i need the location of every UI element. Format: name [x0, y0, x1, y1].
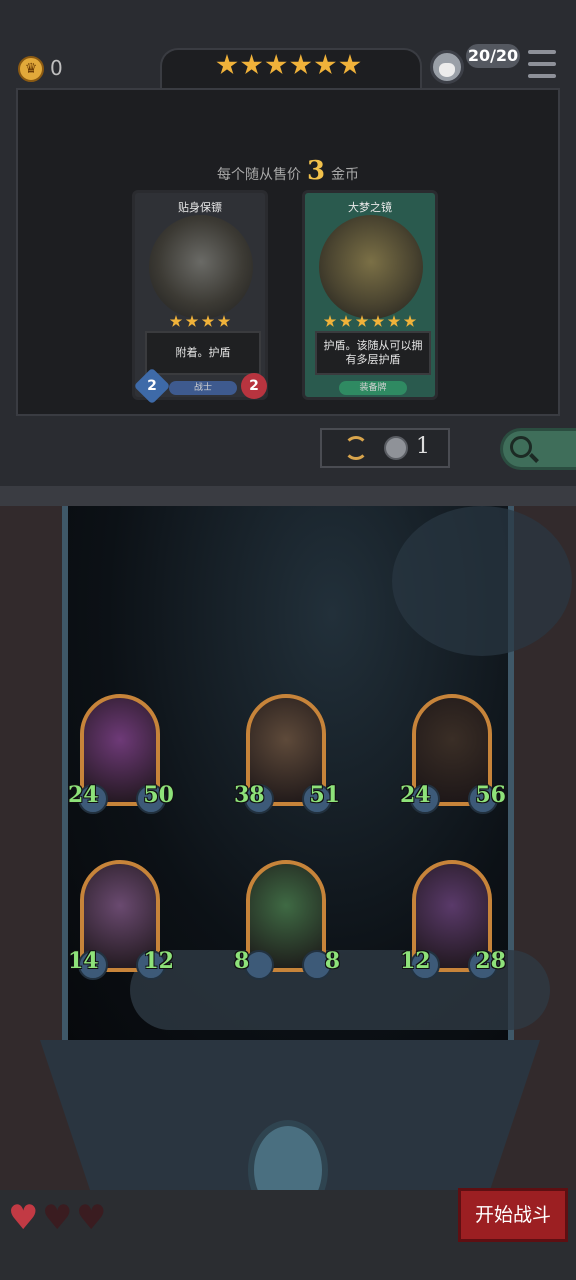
shop-card-dream-mirror[interactable]: 大梦之镜 护盾。该随从可以拥有多层护盾 装备牌 [302, 190, 438, 400]
unit-attack: 12 [400, 948, 431, 974]
menu-icon-bar [528, 74, 556, 78]
menu-icon-bar [528, 50, 556, 54]
board-unit-dryad[interactable]: 8 8 [234, 860, 340, 980]
unit-health: 56 [475, 782, 506, 808]
card-tribe-tag: 战士 [169, 381, 237, 395]
star-icon [201, 315, 215, 327]
heart-empty-icon [42, 1198, 72, 1238]
board-unit-pumpkin[interactable]: 24 50 [68, 694, 174, 814]
unit-health: 51 [309, 782, 340, 808]
star-icon [323, 315, 337, 327]
sell-price-prefix: 每个随从售价 [216, 167, 301, 183]
star-icon [169, 315, 183, 327]
search-icon [510, 436, 532, 458]
moon-decoration [392, 506, 572, 656]
star-icon [339, 54, 361, 75]
lives-display [8, 1198, 106, 1238]
card-stars [305, 315, 435, 328]
unit-attack: 14 [68, 948, 99, 974]
unit-attack: 24 [400, 782, 431, 808]
unit-health: 12 [143, 948, 174, 974]
unit-health: 28 [475, 948, 506, 974]
tavern-star-rating [216, 54, 361, 84]
refresh-icon[interactable] [344, 436, 368, 460]
star-icon [185, 315, 199, 327]
unit-health: 50 [143, 782, 174, 808]
minion-capacity: 20/20 [466, 44, 520, 68]
unit-attack: 8 [234, 948, 250, 974]
card-attack: 2 [147, 378, 157, 394]
gold-coin-icon: ♛ [18, 56, 44, 82]
star-icon [403, 315, 417, 327]
sell-price-suffix: 金币 [331, 167, 360, 183]
card-title: 贴身保镖 [178, 201, 222, 214]
unit-attack: 38 [234, 782, 265, 808]
card-type-tag: 装备牌 [339, 381, 407, 395]
gold-count: 0 [50, 56, 63, 80]
player-avatar[interactable] [430, 50, 464, 84]
refresh-cost: 1 [416, 434, 430, 459]
coin-icon [384, 436, 408, 460]
star-icon [314, 54, 336, 75]
board-unit-flower-witch[interactable]: 12 28 [400, 860, 506, 980]
start-battle-button[interactable]: 开始战斗 [458, 1188, 568, 1242]
shop-divider [0, 486, 576, 506]
card-title: 大梦之镜 [348, 201, 392, 214]
star-icon [217, 315, 231, 327]
star-icon [371, 315, 385, 327]
mirror-portrait [319, 215, 423, 319]
shop-card-bodyguard[interactable]: 贴身保镖 附着。护盾 战士 2 2 [132, 190, 268, 405]
star-icon [387, 315, 401, 327]
card-description: 附着。护盾 [145, 331, 261, 375]
card-attack-badge: 2 [133, 367, 171, 405]
board-unit-treant[interactable]: 38 51 [234, 694, 340, 814]
knight-portrait [149, 215, 253, 319]
card-stars [135, 315, 265, 328]
heart-empty-icon [76, 1198, 106, 1238]
star-icon [290, 54, 312, 75]
sell-price-value: 3 [306, 156, 326, 186]
card-description: 护盾。该随从可以拥有多层护盾 [315, 331, 431, 375]
board-unit-scarecrow[interactable]: 14 12 [68, 860, 174, 980]
board-unit-totem[interactable]: 24 56 [400, 694, 506, 814]
unit-attack: 24 [68, 782, 99, 808]
star-icon [241, 54, 263, 75]
menu-button[interactable] [528, 50, 556, 78]
star-icon [216, 54, 238, 75]
star-icon [265, 54, 287, 75]
star-icon [355, 315, 369, 327]
star-icon [339, 315, 353, 327]
shop-inner-panel [16, 88, 560, 416]
heart-full-icon [8, 1198, 38, 1238]
sell-price-label: 每个随从售价 3 金币 [0, 156, 576, 186]
unit-health: 8 [324, 948, 340, 974]
menu-icon-bar [528, 62, 556, 66]
card-health: 2 [241, 373, 267, 399]
